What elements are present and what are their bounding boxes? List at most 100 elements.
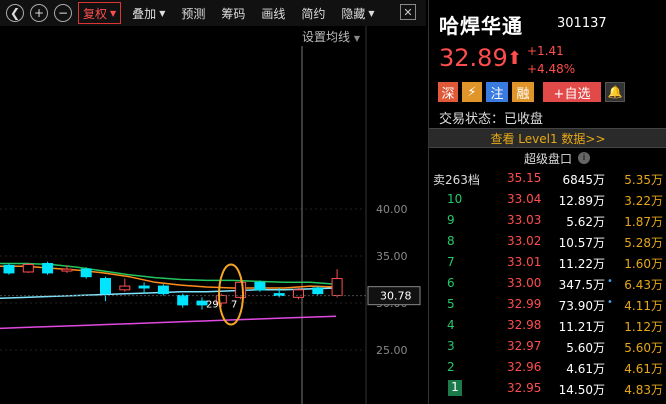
chart-toolbar: ❮ + − 复权 ▼ 叠加 ▼ 预测 筹码 画线 简约 隐藏 ▼ ✕ [0, 0, 426, 26]
order-row[interactable]: 5 32.99 73.90万 • 4.11万 [429, 294, 666, 315]
stock-code: 301137 [557, 16, 607, 31]
level-amount: 1.12万 [624, 320, 663, 334]
order-row[interactable]: 10 33.04 12.89万 3.22万 [429, 189, 666, 210]
sell-summary-row: 卖263档 35.15 6845万 5.35万 [429, 168, 666, 189]
candle-body [3, 264, 15, 274]
level-price: 32.99 [507, 297, 542, 311]
level-amount: 5.28万 [624, 236, 663, 250]
chips-button[interactable]: 筹码 [216, 2, 250, 24]
order-row[interactable]: 1 32.95 14.50万 4.83万 [429, 378, 666, 399]
close-icon[interactable]: ✕ [400, 4, 416, 20]
zoom-out-icon[interactable]: − [54, 4, 72, 22]
candle-body [293, 289, 304, 298]
alert-bell-icon[interactable]: 🔔 [605, 82, 625, 102]
level-volume: 5.60万 [566, 341, 605, 355]
price-tick-label: 40.00 [376, 203, 408, 216]
level-price: 32.98 [507, 318, 542, 332]
level-amount: 1.60万 [624, 257, 663, 271]
candle-body [80, 268, 92, 278]
level-volume: 10.57万 [558, 236, 605, 250]
candle-body [42, 263, 54, 274]
level-price: 33.02 [507, 234, 542, 248]
level-number: 10 [447, 192, 463, 206]
level-amount: 5.60万 [624, 341, 663, 355]
candle-body [331, 278, 343, 296]
order-row[interactable]: 3 32.97 5.60万 5.60万 [429, 336, 666, 357]
level-number: 5 [447, 297, 455, 311]
add-watchlist-button[interactable]: +自选 [543, 82, 601, 102]
price-tick-label: 35.00 [376, 250, 408, 263]
order-row[interactable]: 8 33.02 10.57万 5.28万 [429, 231, 666, 252]
level-number: 9 [447, 213, 455, 227]
level-volume: 347.5万 [558, 278, 605, 292]
level-amount: 1.87万 [624, 215, 663, 229]
level-volume: 12.89万 [558, 194, 605, 208]
high-price-label: 7 [231, 300, 237, 311]
order-row[interactable]: 2 32.96 4.61万 4.61万 [429, 357, 666, 378]
back-icon[interactable]: ❮ [6, 4, 24, 22]
level-volume: 11.22万 [558, 257, 605, 271]
zoom-in-icon[interactable]: + [30, 4, 48, 22]
order-row[interactable]: 7 33.01 11.22万 1.60万 [429, 252, 666, 273]
info-icon[interactable]: i [578, 152, 590, 164]
level-number: 2 [447, 360, 455, 374]
level-amount: 4.61万 [624, 362, 663, 376]
shenzhen-tag: 深 [438, 82, 458, 102]
price-change: +1.41 [527, 44, 564, 58]
candle-body [157, 285, 169, 295]
level-volume: 4.61万 [566, 362, 605, 376]
last-price: 32.89 [439, 44, 508, 72]
level-number: 1 [448, 380, 462, 396]
level-number: 4 [447, 318, 455, 332]
low-price-label: 29 [206, 300, 219, 311]
overlay-button[interactable]: 叠加 ▼ [127, 2, 170, 24]
order-row[interactable]: 6 33.00 347.5万 • 6.43万 [429, 273, 666, 294]
level-volume: 73.90万 [558, 299, 605, 313]
fuquan-button[interactable]: 复权 ▼ [78, 2, 122, 24]
candle-body [254, 281, 266, 291]
level-number: 3 [447, 339, 455, 353]
candle-body [61, 268, 73, 272]
forecast-button[interactable]: 预测 [176, 2, 210, 24]
candle-body [22, 263, 34, 273]
level-price: 33.04 [507, 192, 542, 206]
stock-name: 哈焊华通 [439, 14, 523, 38]
draw-line-button[interactable]: 画线 [256, 2, 290, 24]
candle-body [312, 287, 324, 295]
level1-link[interactable]: 查看 Level1 数据>> [429, 128, 666, 148]
quote-panel: 哈焊华通 301137 32.89 ⬆ +1.41 +4.48% 深 ⚡ 注 融… [428, 0, 666, 404]
sell-amount: 5.35万 [624, 173, 663, 187]
sell-volume: 6845万 [562, 173, 605, 187]
level-price: 32.96 [507, 360, 542, 374]
ma-settings-button[interactable]: 设置均线 ▼ [302, 28, 360, 45]
level-marker: • [607, 276, 613, 287]
level-amount: 4.11万 [624, 299, 663, 313]
simple-button[interactable]: 简约 [296, 2, 330, 24]
flash-icon[interactable]: ⚡ [462, 82, 482, 102]
up-arrow-icon: ⬆ [507, 48, 523, 69]
sell-levels-label: 卖263档 [433, 173, 480, 187]
candle-body [177, 294, 189, 306]
order-row[interactable]: 4 32.98 11.21万 1.12万 [429, 315, 666, 336]
level-amount: 6.43万 [624, 278, 663, 292]
level-price: 33.03 [507, 213, 542, 227]
level-marker: • [607, 297, 613, 308]
candle-body [119, 285, 131, 291]
price-tick-label: 25.00 [376, 344, 408, 357]
candle-body [235, 281, 247, 298]
level-price: 33.00 [507, 276, 542, 290]
order-row[interactable]: 9 33.03 5.62万 1.87万 [429, 210, 666, 231]
level-number: 8 [447, 234, 455, 248]
candle-body [273, 293, 285, 296]
kline-chart[interactable]: 40.0035.0030.0025.0029730.78 [0, 26, 426, 404]
level-price: 33.01 [507, 255, 542, 269]
price-change-pct: +4.48% [527, 62, 576, 76]
level-number: 7 [447, 255, 455, 269]
hide-button[interactable]: 隐藏 ▼ [336, 2, 379, 24]
ma-line-magenta [0, 315, 337, 330]
level-amount: 4.83万 [624, 383, 663, 397]
level-volume: 14.50万 [558, 383, 605, 397]
registration-tag: 注 [486, 82, 508, 102]
sell-price: 35.15 [507, 171, 542, 185]
level-volume: 11.21万 [558, 320, 605, 334]
